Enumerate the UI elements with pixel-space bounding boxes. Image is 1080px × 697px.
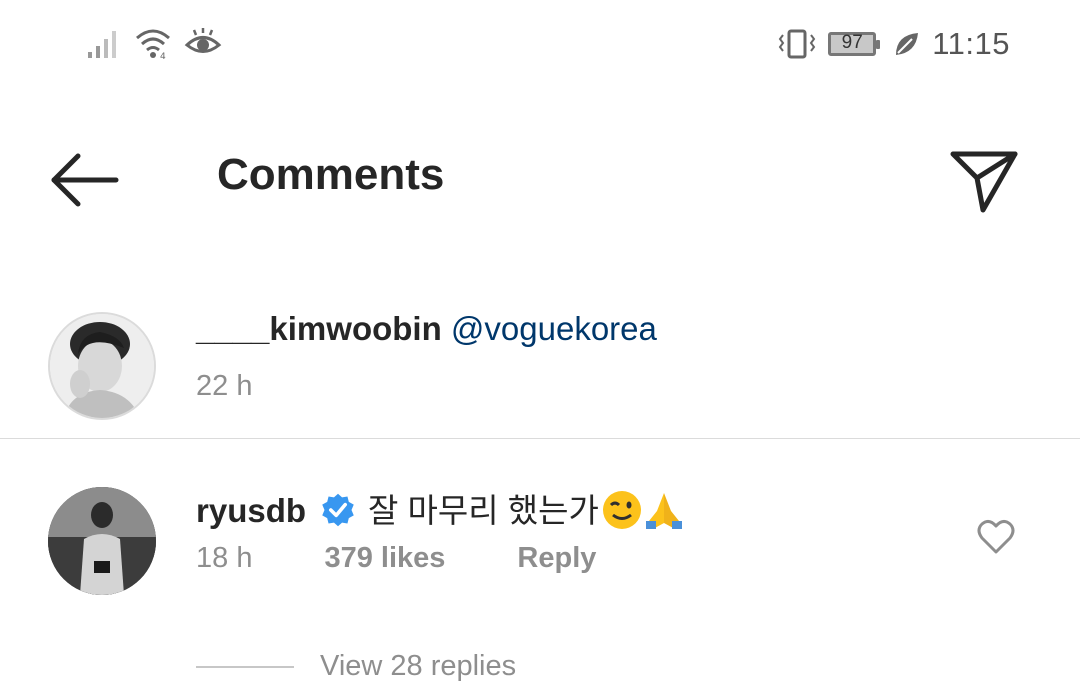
clock: 11:15: [932, 26, 1010, 61]
comment-meta: 18 h 379 likes Reply: [196, 542, 596, 575]
verified-badge-icon: [322, 493, 354, 527]
battery-indicator: 97: [828, 32, 881, 56]
back-button[interactable]: [48, 148, 120, 212]
comment-time: 18 h: [196, 542, 253, 574]
comment-text: 잘 마무리 했는가: [368, 492, 599, 529]
view-replies-button[interactable]: View 28 replies: [196, 650, 516, 683]
arrow-left-icon: [51, 153, 119, 207]
heart-outline-icon: [977, 519, 1015, 554]
view-replies-label: View 28 replies: [320, 650, 517, 682]
status-bar: 4 97 11:15: [0, 0, 1080, 92]
page-title: Comments: [217, 150, 445, 199]
vibrate-icon: [778, 29, 816, 59]
comment-username[interactable]: ryusdb: [196, 492, 306, 529]
avatar-photo: [48, 487, 156, 595]
like-button[interactable]: [976, 518, 1016, 556]
reply-button[interactable]: Reply: [517, 542, 596, 575]
paper-plane-icon: [950, 151, 1018, 213]
winking-face-icon: [602, 491, 641, 529]
divider: [0, 438, 1080, 439]
status-left: 4: [86, 26, 222, 60]
status-right: 97 11:15: [776, 26, 1010, 62]
comments-header: Comments: [0, 120, 1080, 230]
likes-count[interactable]: 379 likes: [324, 542, 445, 575]
signal-bars-icon: [88, 31, 116, 58]
leaf-icon: [896, 33, 919, 55]
comment-item: ryusdb 잘 마무리 했는가 18 h 379 likes Reply: [0, 302, 1080, 595]
battery-level: 97: [841, 32, 863, 53]
avatar[interactable]: [48, 487, 156, 595]
svg-text:4: 4: [160, 52, 166, 60]
folded-hands-icon: [645, 493, 682, 529]
eye-comfort-icon: [184, 28, 222, 53]
view-replies-line: [196, 665, 294, 668]
wifi-icon: 4: [136, 29, 170, 60]
comment-text-line: ryusdb 잘 마무리 했는가: [196, 484, 685, 532]
share-button[interactable]: [948, 148, 1020, 214]
